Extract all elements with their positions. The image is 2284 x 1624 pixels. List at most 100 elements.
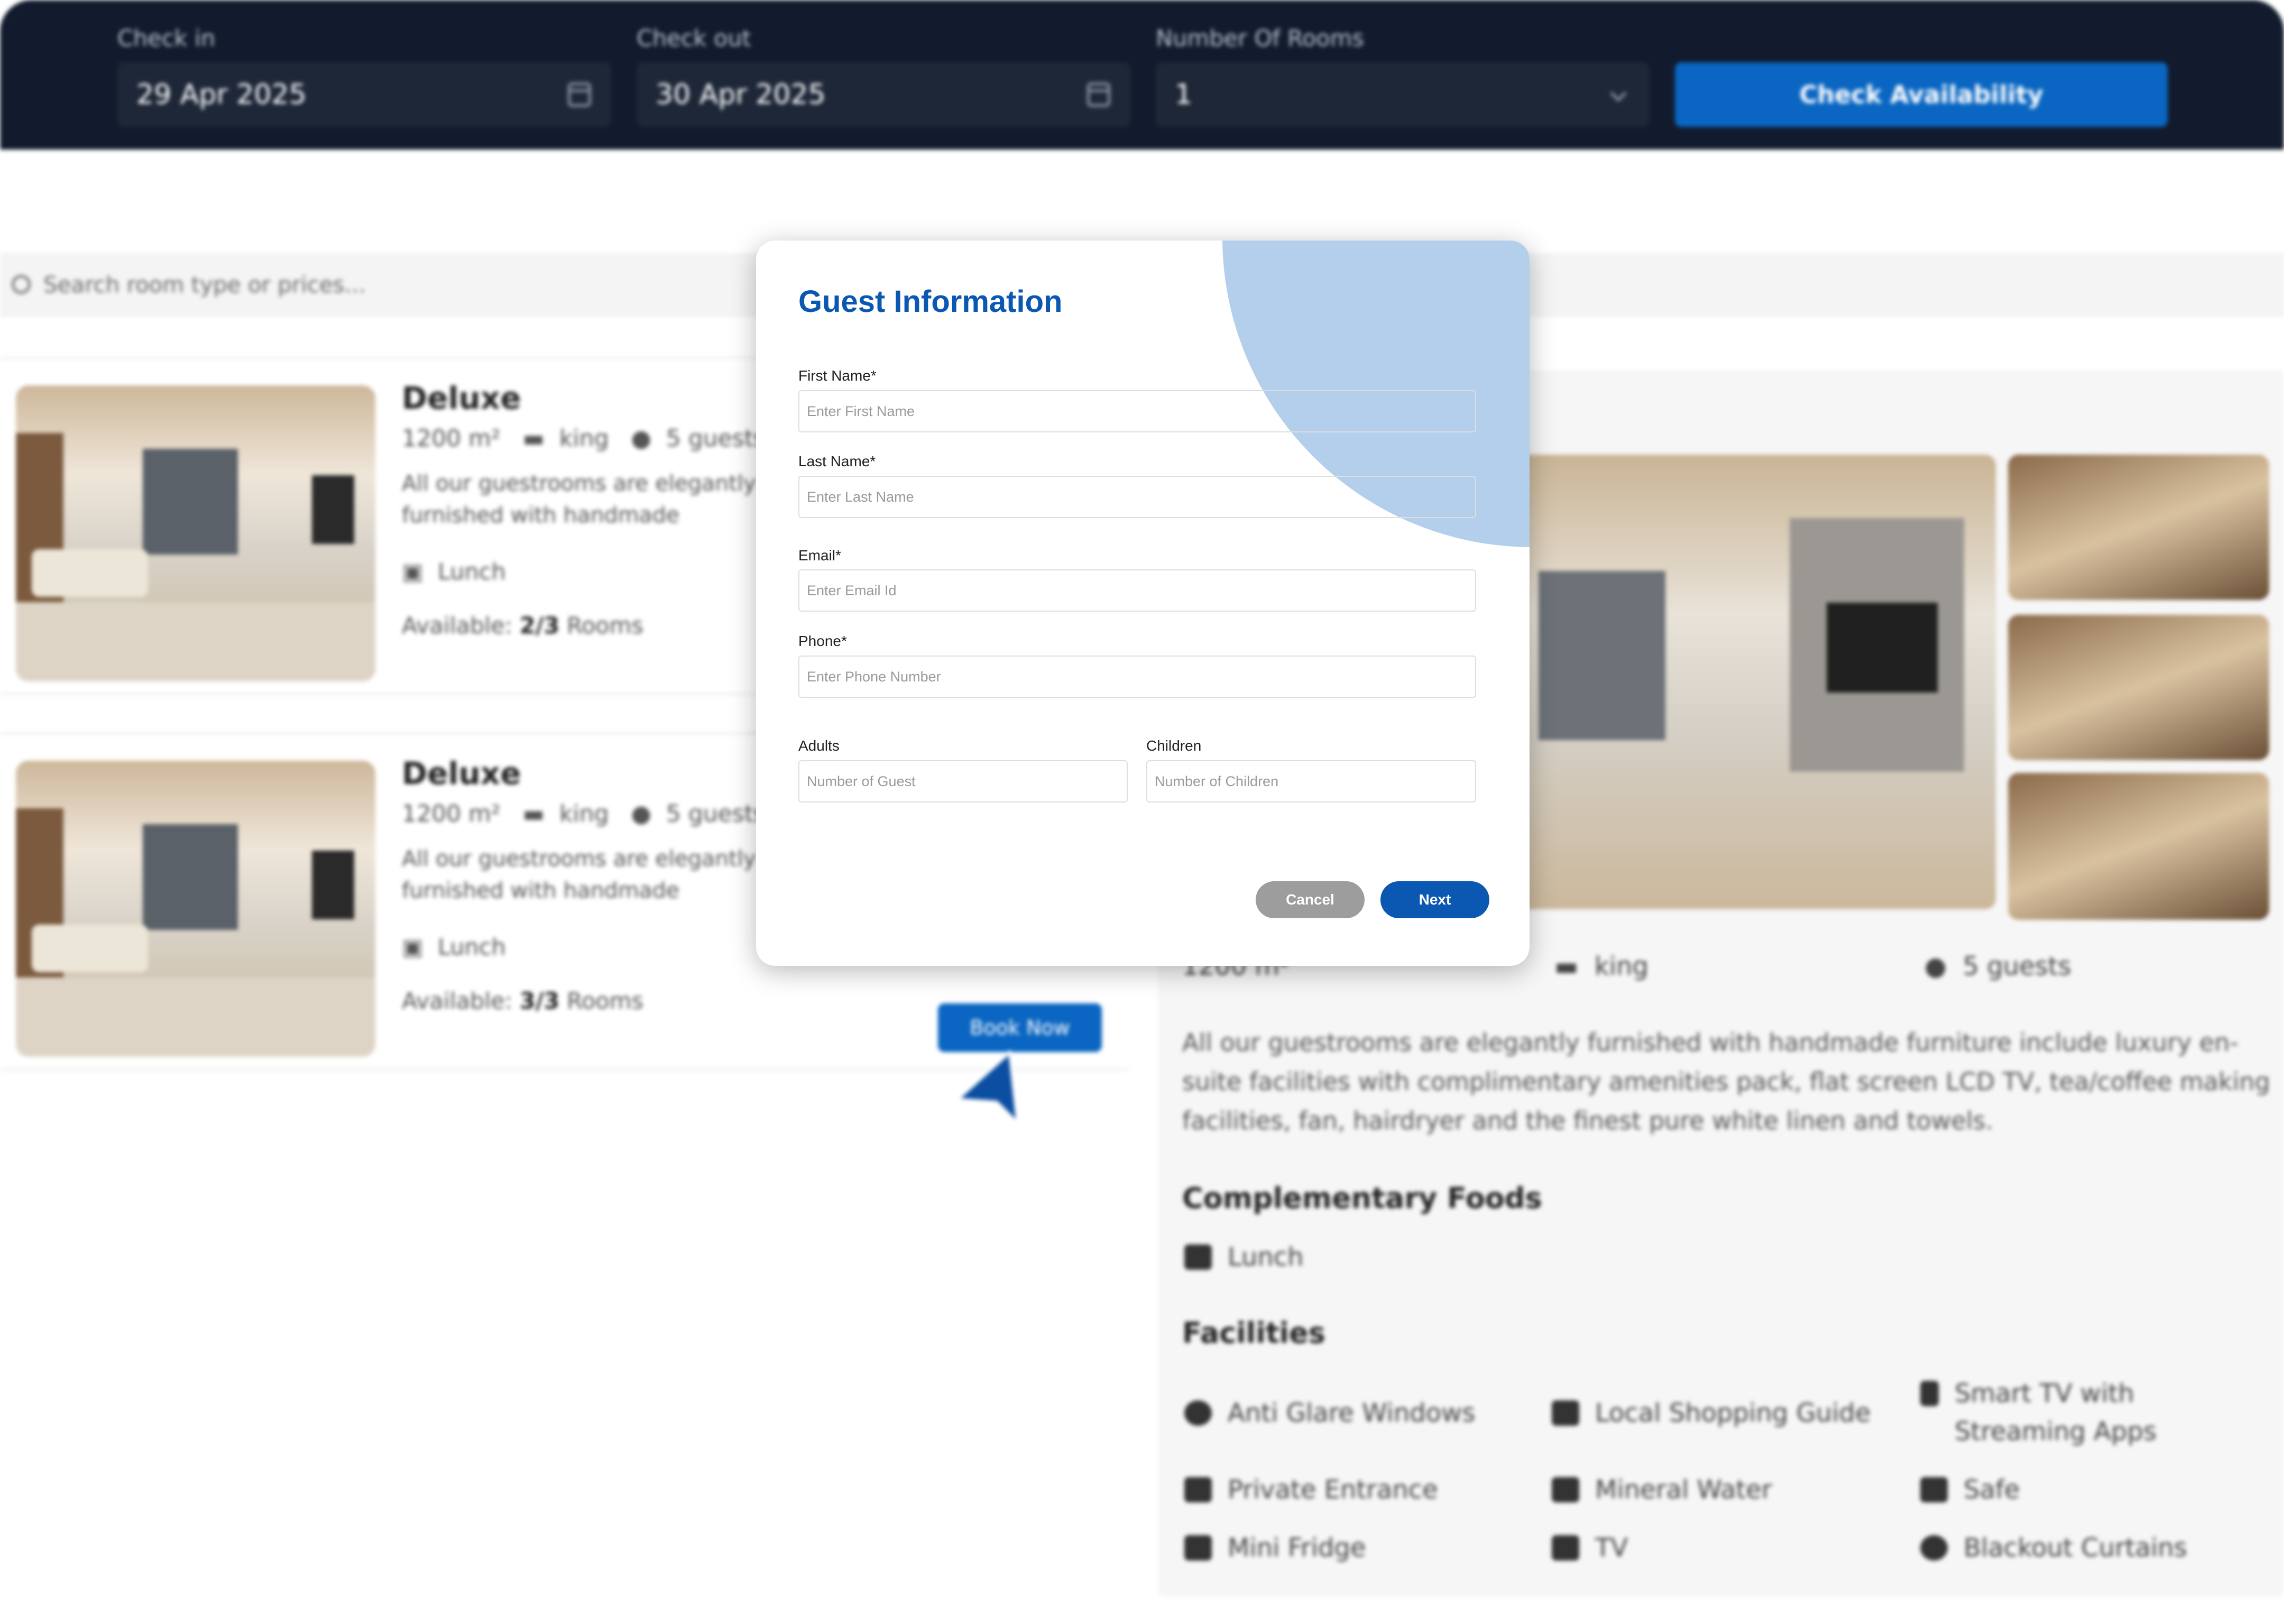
first-name-label: First Name* <box>798 367 877 384</box>
facility-label: Smart TV with Streaming Apps <box>1954 1379 2157 1446</box>
rooms-value: 1 <box>1175 79 1193 110</box>
tv-icon <box>1552 1535 1579 1561</box>
food-icon: ▣ <box>402 559 438 585</box>
facility-label: Anti Glare Windows <box>1228 1398 1476 1428</box>
check-in-label: Check in <box>117 25 216 52</box>
room-area: 1200 m² <box>402 800 501 827</box>
email-input[interactable] <box>798 569 1476 612</box>
facilities-heading: Facilities <box>1182 1316 1325 1350</box>
detail-food-label: Lunch <box>1228 1242 1304 1272</box>
check-out-label: Check out <box>637 25 751 52</box>
detail-guests: ● 5 guests <box>1924 952 2071 981</box>
gallery-thumbnail[interactable] <box>2008 615 2269 760</box>
room-guests: 5 guests <box>666 800 766 827</box>
room-bed: king <box>559 425 609 452</box>
detail-bed: ▬ king <box>1554 952 1648 981</box>
food-label: Lunch <box>437 559 506 585</box>
food-icon <box>1184 1244 1212 1270</box>
adults-input[interactable] <box>798 760 1128 802</box>
facility-label: Safe <box>1964 1475 2020 1505</box>
room-area: 1200 m² <box>402 425 501 452</box>
room-availability: Available: 2/3 Rooms <box>402 613 643 639</box>
room-availability: Available: 3/3 Rooms <box>402 988 643 1014</box>
first-name-input[interactable] <box>798 390 1476 432</box>
facility-item: Mineral Water <box>1552 1475 1772 1505</box>
foods-heading: Complementary Foods <box>1182 1182 1542 1215</box>
lock-icon <box>1920 1477 1948 1502</box>
rooms-select[interactable]: 1 <box>1156 62 1650 127</box>
room-description: All our guestrooms are elegantly furnish… <box>402 846 756 903</box>
eye-icon <box>1920 1535 1948 1561</box>
facility-item: TV <box>1552 1533 1628 1563</box>
room-photo[interactable] <box>16 385 375 681</box>
availability-suffix: Rooms <box>559 988 643 1014</box>
search-placeholder: Search room type or prices... <box>43 272 366 298</box>
detail-food: Lunch <box>1184 1242 1304 1272</box>
facility-item: Local Shopping Guide <box>1552 1398 1871 1428</box>
children-input[interactable] <box>1146 760 1476 802</box>
food-label: Lunch <box>437 934 506 961</box>
food-icon: ▣ <box>402 934 438 961</box>
bed-icon: ▬ <box>1554 952 1595 981</box>
facility-label: Blackout Curtains <box>1964 1533 2187 1563</box>
detail-bed-label: king <box>1594 952 1648 981</box>
facility-item: Safe <box>1920 1475 2020 1505</box>
guests-icon: ● <box>616 425 659 452</box>
availability-count: 3/3 <box>519 988 560 1014</box>
guest-information-modal: Guest Information First Name* Last Name*… <box>756 241 1530 966</box>
power-icon <box>1184 1400 1212 1426</box>
room-meta: 1200 m² ▬ king ● 5 guests <box>402 425 766 452</box>
door-icon <box>1184 1477 1212 1502</box>
fridge-icon <box>1184 1535 1212 1561</box>
room-title: Deluxe <box>402 755 521 791</box>
water-icon <box>1552 1477 1579 1502</box>
facility-label: Mini Fridge <box>1228 1533 1366 1563</box>
cancel-button[interactable]: Cancel <box>1256 881 1365 918</box>
facility-label: Local Shopping Guide <box>1595 1398 1871 1428</box>
rooms-label: Number Of Rooms <box>1156 25 1364 52</box>
detail-description: All our guestrooms are elegantly furnish… <box>1182 1028 2270 1135</box>
next-button[interactable]: Next <box>1380 881 1489 918</box>
facility-label: Private Entrance <box>1228 1475 1438 1505</box>
basket-icon <box>1552 1400 1579 1426</box>
facility-item: Anti Glare Windows <box>1184 1398 1475 1428</box>
availability-suffix: Rooms <box>559 613 643 639</box>
room-description: All our guestrooms are elegantly furnish… <box>402 470 756 528</box>
room-bed: king <box>559 800 609 827</box>
tv-icon <box>1920 1381 1939 1406</box>
check-availability-button[interactable]: Check Availability <box>1675 62 2168 127</box>
gallery-thumbnail[interactable] <box>2008 773 2269 920</box>
bed-icon: ▬ <box>508 800 552 827</box>
facility-item: Mini Fridge <box>1184 1533 1366 1563</box>
room-food: ▣ Lunch <box>402 934 506 961</box>
last-name-input[interactable] <box>798 476 1476 518</box>
chevron-down-icon <box>1610 85 1627 102</box>
email-label: Email* <box>798 547 841 564</box>
last-name-label: Last Name* <box>798 453 876 469</box>
check-out-field[interactable]: 30 Apr 2025 <box>637 62 1130 127</box>
availability-count: 2/3 <box>519 613 560 639</box>
guests-icon: ● <box>1924 952 1963 981</box>
search-icon <box>12 275 31 294</box>
phone-label: Phone* <box>798 633 847 649</box>
bed-icon: ▬ <box>508 425 552 452</box>
facility-item: Smart TV with Streaming Apps <box>1920 1374 2216 1451</box>
facility-label: TV <box>1595 1533 1628 1563</box>
detail-guests-label: 5 guests <box>1963 952 2071 981</box>
gallery-thumbnail[interactable] <box>2008 455 2269 600</box>
calendar-icon <box>568 82 591 107</box>
room-photo[interactable] <box>16 761 375 1057</box>
room-meta: 1200 m² ▬ king ● 5 guests <box>402 800 766 827</box>
modal-title: Guest Information <box>798 284 1063 319</box>
room-guests: 5 guests <box>666 425 766 452</box>
adults-label: Adults <box>798 737 840 754</box>
check-in-field[interactable]: 29 Apr 2025 <box>117 62 611 127</box>
facility-item: Blackout Curtains <box>1920 1533 2187 1563</box>
facility-item: Private Entrance <box>1184 1475 1438 1505</box>
booking-bar: Check in 29 Apr 2025 Check out 30 Apr 20… <box>0 0 2284 150</box>
phone-input[interactable] <box>798 656 1476 698</box>
gallery-main-photo[interactable] <box>1517 455 1996 909</box>
guests-icon: ● <box>616 800 659 827</box>
calendar-icon <box>1087 82 1110 107</box>
children-label: Children <box>1146 737 1202 754</box>
